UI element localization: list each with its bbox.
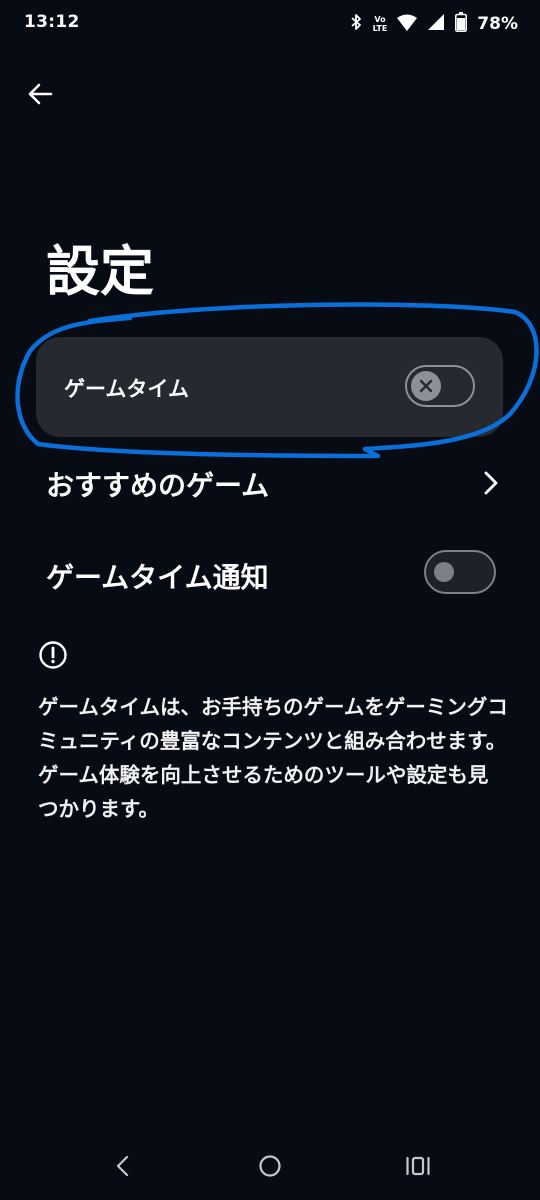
game-time-toggle[interactable] — [405, 365, 475, 407]
nav-back-button[interactable] — [102, 1150, 142, 1182]
volte-icon: Vo LTE — [373, 15, 388, 33]
toggle-knob — [434, 562, 454, 582]
recommended-games-row[interactable]: おすすめのゲーム — [46, 454, 506, 514]
game-time-notification-label: ゲームタイム通知 — [46, 561, 269, 594]
volte-bottom-label: LTE — [372, 24, 388, 33]
chevron-right-icon — [484, 471, 498, 495]
signal-icon — [427, 13, 445, 35]
close-icon — [419, 379, 433, 393]
nav-recents-button[interactable] — [398, 1150, 438, 1182]
game-time-notification-toggle[interactable] — [424, 550, 496, 594]
back-button[interactable] — [20, 74, 60, 114]
nav-recents-icon — [406, 1156, 430, 1176]
navigation-bar — [0, 1136, 540, 1200]
battery-percent: 78% — [477, 14, 518, 34]
info-icon — [39, 641, 67, 669]
status-time: 13:12 — [24, 12, 80, 32]
toggle-knob — [411, 371, 441, 401]
game-time-label: ゲームタイム — [64, 377, 189, 401]
back-arrow-icon — [28, 83, 53, 105]
nav-home-icon — [259, 1155, 281, 1177]
status-icons: Vo LTE 78% — [349, 10, 518, 38]
game-time-notification-row[interactable]: ゲームタイム通知 — [46, 546, 506, 606]
status-bar: 13:12 Vo LTE 78% — [0, 0, 540, 48]
page-title: 設定 — [46, 240, 154, 303]
info-description: ゲームタイムは、お手持ちのゲームをゲーミングコミュニティの豊富なコンテンツと組み… — [38, 695, 508, 821]
volte-top-label: Vo — [374, 15, 386, 24]
recommended-games-label: おすすめのゲーム — [46, 469, 270, 502]
nav-back-icon — [116, 1155, 129, 1177]
battery-icon — [455, 12, 468, 36]
game-time-row[interactable]: ゲームタイム — [36, 337, 503, 437]
nav-home-button[interactable] — [250, 1150, 290, 1182]
bluetooth-icon — [349, 13, 363, 35]
wifi-icon — [397, 14, 418, 35]
